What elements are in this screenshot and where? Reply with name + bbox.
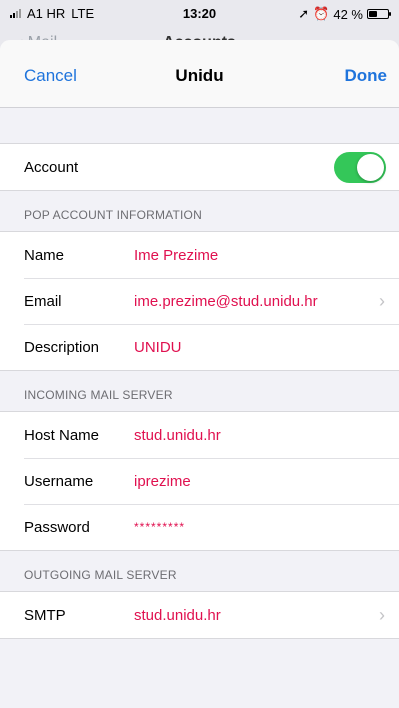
description-row[interactable]: Description UNIDU	[0, 324, 399, 370]
incoming-section-header: INCOMING MAIL SERVER	[24, 388, 173, 402]
username-row[interactable]: Username iprezime	[0, 458, 399, 504]
chevron-right-icon: ›	[379, 290, 385, 311]
password-value[interactable]: *********	[134, 520, 185, 534]
account-toggle[interactable]	[334, 152, 386, 183]
username-value[interactable]: iprezime	[134, 473, 191, 490]
account-sheet: Cancel Unidu Done Account POP ACCOUNT IN…	[0, 40, 399, 708]
outgoing-group: SMTP stud.unidu.hr ›	[0, 591, 399, 639]
name-label: Name	[24, 246, 65, 264]
battery-percent: 42 %	[333, 6, 363, 22]
name-value[interactable]: Ime Prezime	[134, 247, 218, 264]
password-row[interactable]: Password *********	[0, 504, 399, 550]
incoming-group: Host Name stud.unidu.hr Username iprezim…	[0, 411, 399, 551]
battery-icon	[367, 9, 391, 19]
status-bar: A1 HR LTE 13:20 ➚ ⏰ 42 %	[0, 0, 399, 28]
pop-section-header: POP ACCOUNT INFORMATION	[24, 208, 202, 222]
name-row[interactable]: Name Ime Prezime	[0, 232, 399, 278]
done-button[interactable]: Done	[345, 66, 388, 86]
password-label: Password	[24, 518, 90, 536]
host-row[interactable]: Host Name stud.unidu.hr	[0, 412, 399, 458]
account-label: Account	[24, 158, 79, 176]
host-value[interactable]: stud.unidu.hr	[134, 427, 221, 444]
pop-group: Name Ime Prezime Email ime.prezime@stud.…	[0, 231, 399, 371]
page-title: Unidu	[175, 66, 224, 85]
username-label: Username	[24, 472, 94, 490]
email-value: ime.prezime@stud.unidu.hr	[134, 292, 318, 310]
status-right: ➚ ⏰ 42 %	[298, 6, 391, 22]
host-label: Host Name	[24, 426, 100, 444]
smtp-label: SMTP	[24, 606, 66, 624]
smtp-row[interactable]: SMTP stud.unidu.hr ›	[0, 592, 399, 638]
toggle-knob	[357, 154, 384, 181]
outgoing-section-header: OUTGOING MAIL SERVER	[24, 568, 177, 582]
description-value[interactable]: UNIDU	[134, 339, 182, 356]
email-label: Email	[24, 292, 62, 310]
description-label: Description	[24, 338, 100, 356]
account-row: Account	[0, 144, 399, 190]
account-group: Account	[0, 143, 399, 191]
location-icon: ➚	[298, 6, 310, 21]
nav-bar: Cancel Unidu Done	[0, 40, 399, 108]
alarm-icon: ⏰	[313, 6, 330, 21]
chevron-right-icon: ›	[379, 604, 385, 625]
smtp-value: stud.unidu.hr	[134, 606, 221, 624]
email-row[interactable]: Email ime.prezime@stud.unidu.hr ›	[0, 278, 399, 324]
